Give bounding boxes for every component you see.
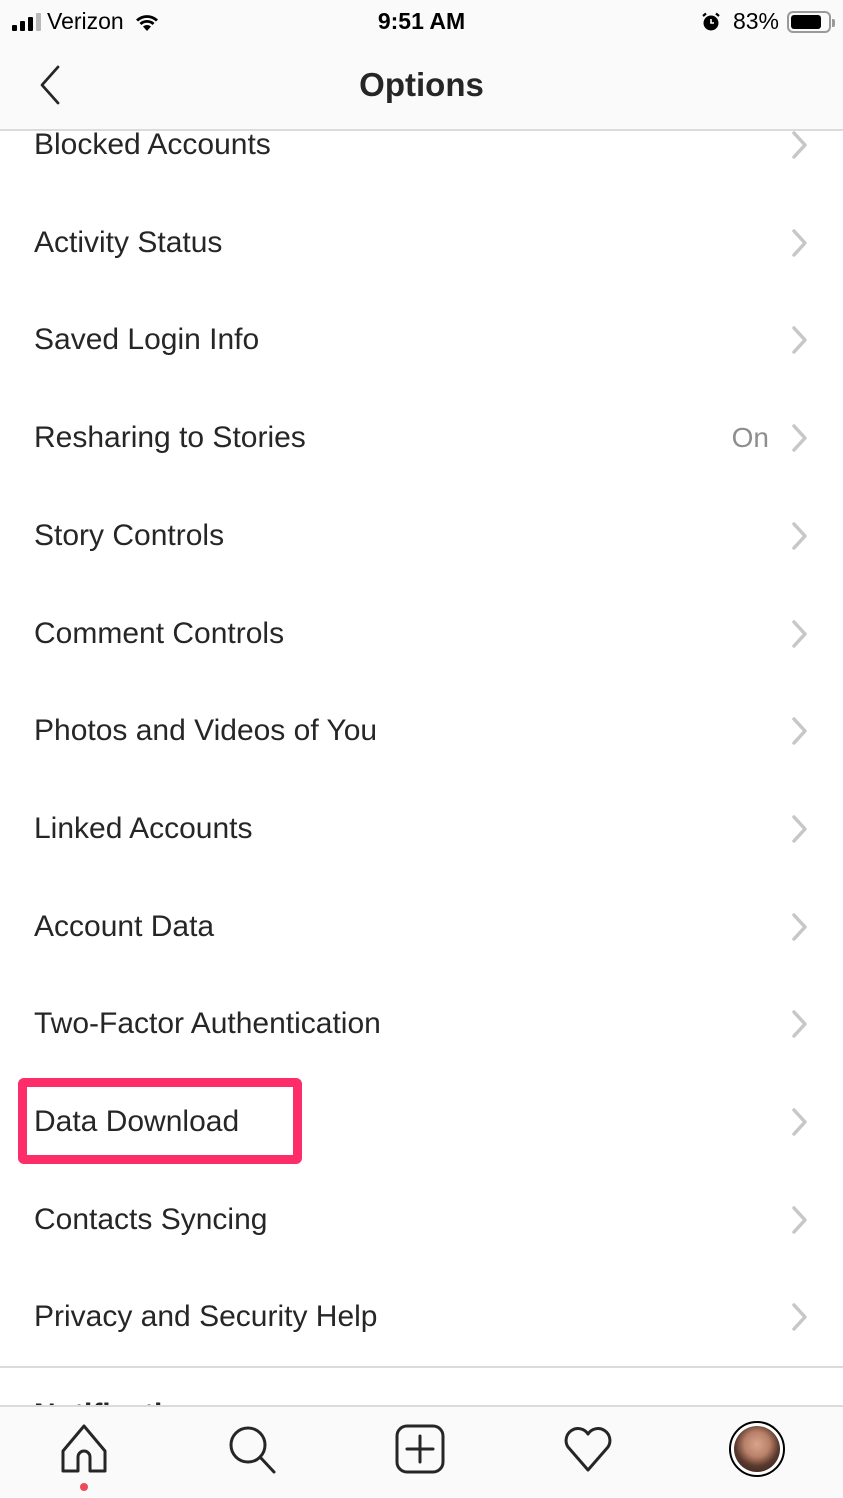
chevron-right-icon	[792, 619, 807, 648]
section-header-notifications: Notifications	[34, 1392, 216, 1406]
plus-square-icon	[395, 1424, 445, 1474]
list-item-label: Privacy and Security Help	[34, 1300, 378, 1334]
battery-percent: 83%	[732, 8, 779, 34]
status-right: 83%	[701, 8, 835, 35]
chevron-right-icon	[792, 424, 807, 452]
list-item-label: Data Download	[34, 1105, 240, 1138]
list-item-label: Activity Status	[34, 225, 223, 259]
list-item-label: Story Controls	[34, 518, 225, 552]
heart-icon	[564, 1427, 612, 1472]
page-title: Options	[359, 66, 484, 103]
list-item-label: Contacts Syncing	[34, 1202, 268, 1236]
chevron-right-icon	[792, 1303, 807, 1332]
battery-fill	[791, 14, 821, 29]
tab-bar	[0, 1405, 843, 1498]
chevron-right-icon	[792, 522, 807, 550]
list-item-label: Comment Controls	[34, 616, 285, 650]
chevron-right-icon	[792, 228, 807, 257]
search-icon	[229, 1426, 276, 1474]
notification-dot	[80, 1483, 88, 1491]
tab-home[interactable]	[54, 1419, 114, 1479]
status-bar: Verizon 9:51 AM 83%	[0, 0, 843, 44]
chevron-right-icon	[792, 1205, 807, 1234]
tab-profile[interactable]	[727, 1419, 787, 1479]
tab-search[interactable]	[222, 1419, 282, 1479]
list-item-label: Resharing to Stories	[34, 421, 306, 455]
battery-nub	[832, 18, 835, 27]
list-item-label: Photos and Videos of You	[34, 714, 378, 748]
chevron-right-icon	[792, 717, 807, 745]
tab-new-post[interactable]	[390, 1419, 450, 1479]
alarm-icon	[702, 12, 720, 30]
list-item-value: On	[731, 422, 769, 454]
list-item-label: Blocked Accounts	[34, 128, 271, 161]
chevron-right-icon	[792, 815, 807, 843]
list-item-label: Saved Login Info	[34, 323, 260, 357]
chevron-right-icon	[792, 326, 807, 355]
list-item-label: Two-Factor Authentication	[34, 1007, 381, 1041]
list-item-label: Linked Accounts	[34, 811, 253, 845]
chevron-right-icon	[792, 1108, 807, 1136]
chevron-right-icon	[792, 1010, 807, 1039]
nav-bar: Options	[0, 44, 843, 131]
avatar-image	[734, 1426, 780, 1472]
chevron-right-icon	[792, 131, 807, 159]
battery-icon	[787, 10, 835, 33]
list-item-label: Account Data	[34, 909, 215, 943]
section-divider	[0, 1366, 843, 1368]
chevron-right-icon	[792, 912, 807, 941]
home-icon	[61, 1424, 107, 1473]
avatar	[729, 1421, 785, 1477]
tab-activity[interactable]	[558, 1419, 618, 1479]
